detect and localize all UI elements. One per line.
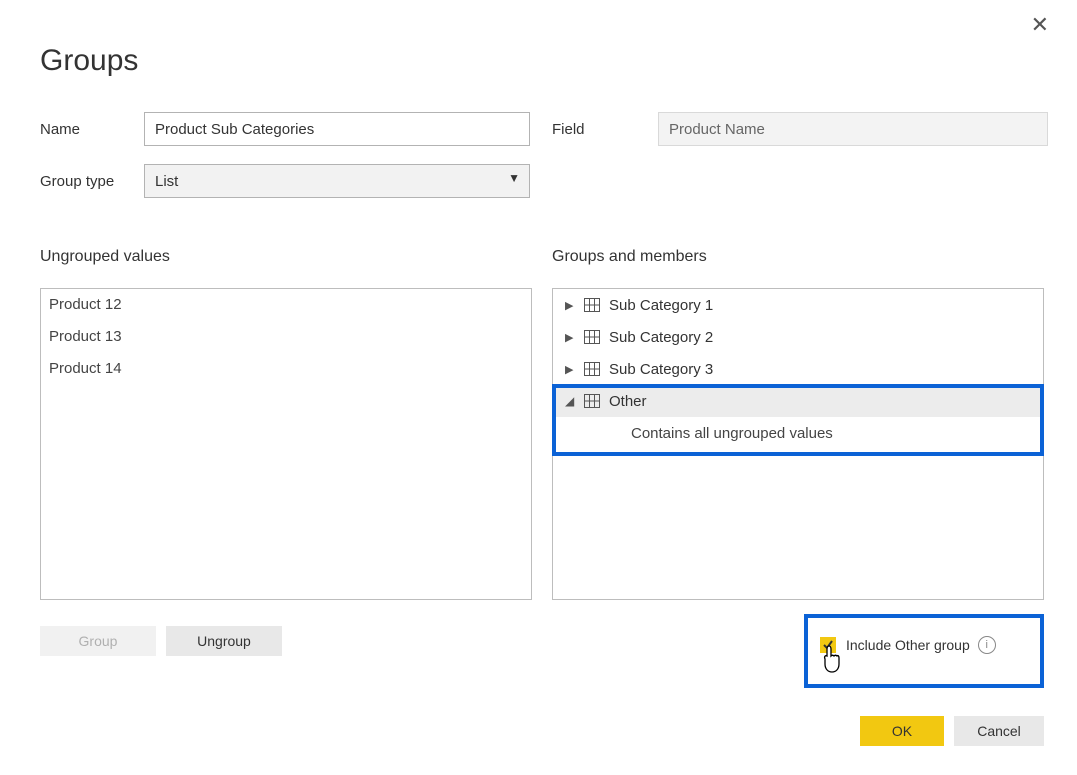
- tree-subrow[interactable]: Contains all ungrouped values: [553, 417, 1043, 449]
- tree-row[interactable]: ▶ Sub Category 3: [553, 353, 1043, 385]
- group-type-select[interactable]: List ▼: [144, 164, 530, 198]
- checkbox-checked-icon: [820, 637, 836, 653]
- name-label: Name: [40, 121, 144, 138]
- caret-down-icon: ◢: [565, 394, 579, 408]
- tree-row-other[interactable]: ◢ Other: [553, 385, 1043, 417]
- ungroup-button[interactable]: Ungroup: [166, 626, 282, 656]
- caret-right-icon: ▶: [565, 331, 579, 344]
- ungrouped-listbox[interactable]: Product 12 Product 13 Product 14: [40, 288, 532, 600]
- tree-subrow-label: Contains all ungrouped values: [631, 425, 833, 442]
- group-type-label: Group type: [40, 173, 144, 190]
- field-label: Field: [552, 121, 658, 138]
- ungrouped-values-label: Ungrouped values: [40, 248, 170, 266]
- cancel-button[interactable]: Cancel: [954, 716, 1044, 746]
- tree-row-label: Sub Category 1: [609, 297, 713, 314]
- groups-listbox[interactable]: ▶ Sub Category 1 ▶ Sub Category 2 ▶ Sub …: [552, 288, 1044, 600]
- include-other-label: Include Other group: [846, 637, 970, 653]
- list-item[interactable]: Product 13: [41, 321, 531, 353]
- ok-button[interactable]: OK: [860, 716, 944, 746]
- table-icon: [583, 328, 601, 346]
- close-button[interactable]: ✕: [1031, 12, 1049, 38]
- field-input: [658, 112, 1048, 146]
- tree-row-label: Other: [609, 393, 647, 410]
- list-item[interactable]: Product 12: [41, 289, 531, 321]
- table-icon: [583, 360, 601, 378]
- include-other-group[interactable]: Include Other group i: [820, 636, 996, 654]
- tree-row[interactable]: ▶ Sub Category 1: [553, 289, 1043, 321]
- caret-right-icon: ▶: [565, 363, 579, 376]
- caret-right-icon: ▶: [565, 299, 579, 312]
- table-icon: [583, 392, 601, 410]
- tree-row[interactable]: ▶ Sub Category 2: [553, 321, 1043, 353]
- table-icon: [583, 296, 601, 314]
- dialog-title: Groups: [40, 44, 138, 78]
- tree-row-label: Sub Category 3: [609, 361, 713, 378]
- tree-row-label: Sub Category 2: [609, 329, 713, 346]
- list-item[interactable]: Product 14: [41, 353, 531, 385]
- close-icon: ✕: [1031, 12, 1049, 37]
- groups-and-members-label: Groups and members: [552, 248, 707, 266]
- group-button: Group: [40, 626, 156, 656]
- name-input[interactable]: [144, 112, 530, 146]
- info-icon[interactable]: i: [978, 636, 996, 654]
